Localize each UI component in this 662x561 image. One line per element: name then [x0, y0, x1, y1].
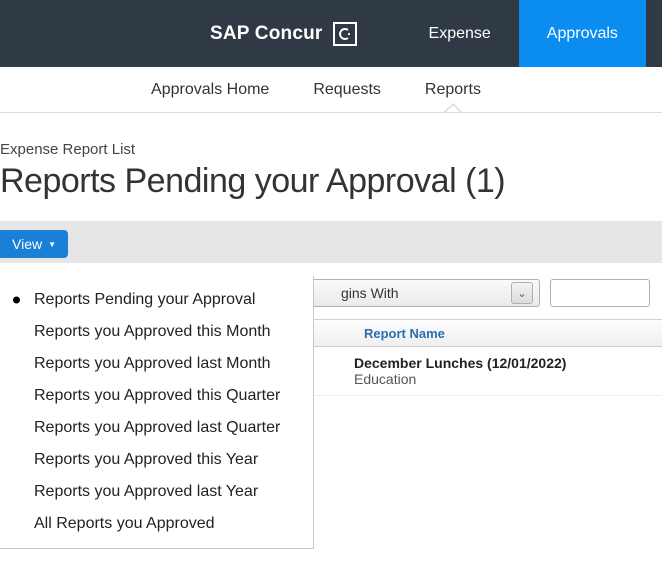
view-option-all-approved[interactable]: All Reports you Approved [0, 508, 313, 540]
chevron-down-icon: ▼ [48, 240, 56, 249]
option-label: Reports Pending your Approval [34, 291, 255, 308]
row-report-name: December Lunches (12/01/2022) [354, 355, 566, 371]
option-label: Reports you Approved this Year [34, 451, 258, 468]
select-value: gins With [341, 285, 399, 301]
topnav-label: Expense [429, 25, 491, 43]
toolbar: View ▼ [0, 221, 662, 263]
view-option-approved-last-month[interactable]: Reports you Approved last Month [0, 348, 313, 380]
option-label: Reports you Approved this Month [34, 323, 271, 340]
subnav-label: Requests [313, 81, 381, 98]
option-label: All Reports you Approved [34, 515, 215, 532]
subnav-label: Approvals Home [151, 81, 269, 98]
option-label: Reports you Approved last Month [34, 355, 271, 372]
brand: SAP Concur [0, 0, 381, 67]
view-button[interactable]: View ▼ [0, 230, 68, 258]
brand-text: SAP Concur [210, 23, 323, 45]
option-label: Reports you Approved last Year [34, 483, 258, 500]
view-option-approved-this-quarter[interactable]: Reports you Approved this Quarter [0, 380, 313, 412]
view-option-approved-this-year[interactable]: Reports you Approved this Year [0, 444, 313, 476]
filter-search-input[interactable] [550, 279, 650, 307]
topbar: SAP Concur Expense Approvals [0, 0, 662, 67]
row-report-subtitle: Education [354, 371, 416, 387]
active-tab-caret-icon [444, 103, 462, 112]
subnav-item-requests[interactable]: Requests [313, 69, 381, 111]
view-option-approved-last-quarter[interactable]: Reports you Approved last Quarter [0, 412, 313, 444]
option-label: Reports you Approved last Quarter [34, 419, 280, 436]
view-button-label: View [12, 236, 42, 252]
view-option-pending[interactable]: Reports Pending your Approval [0, 284, 313, 316]
subnav-label: Reports [425, 81, 481, 98]
subnav-item-approvals-home[interactable]: Approvals Home [151, 69, 269, 111]
option-label: Reports you Approved this Quarter [34, 387, 280, 404]
view-option-approved-this-month[interactable]: Reports you Approved this Month [0, 316, 313, 348]
breadcrumb: Expense Report List [0, 113, 662, 162]
topnav: Expense Approvals [401, 0, 646, 67]
topnav-item-approvals[interactable]: Approvals [519, 0, 646, 67]
topnav-label: Approvals [547, 25, 618, 43]
concur-logo-icon [333, 22, 357, 46]
topnav-item-expense[interactable]: Expense [401, 0, 519, 67]
view-dropdown: Reports Pending your Approval Reports yo… [0, 276, 314, 549]
subnav-item-reports[interactable]: Reports [425, 69, 481, 111]
column-header-report-name[interactable]: Report Name [354, 326, 455, 341]
page-title: Reports Pending your Approval (1) [0, 162, 662, 221]
view-option-approved-last-year[interactable]: Reports you Approved last Year [0, 476, 313, 508]
subnav: Approvals Home Requests Reports [0, 67, 662, 113]
chevron-down-icon: ⌄ [511, 282, 533, 304]
